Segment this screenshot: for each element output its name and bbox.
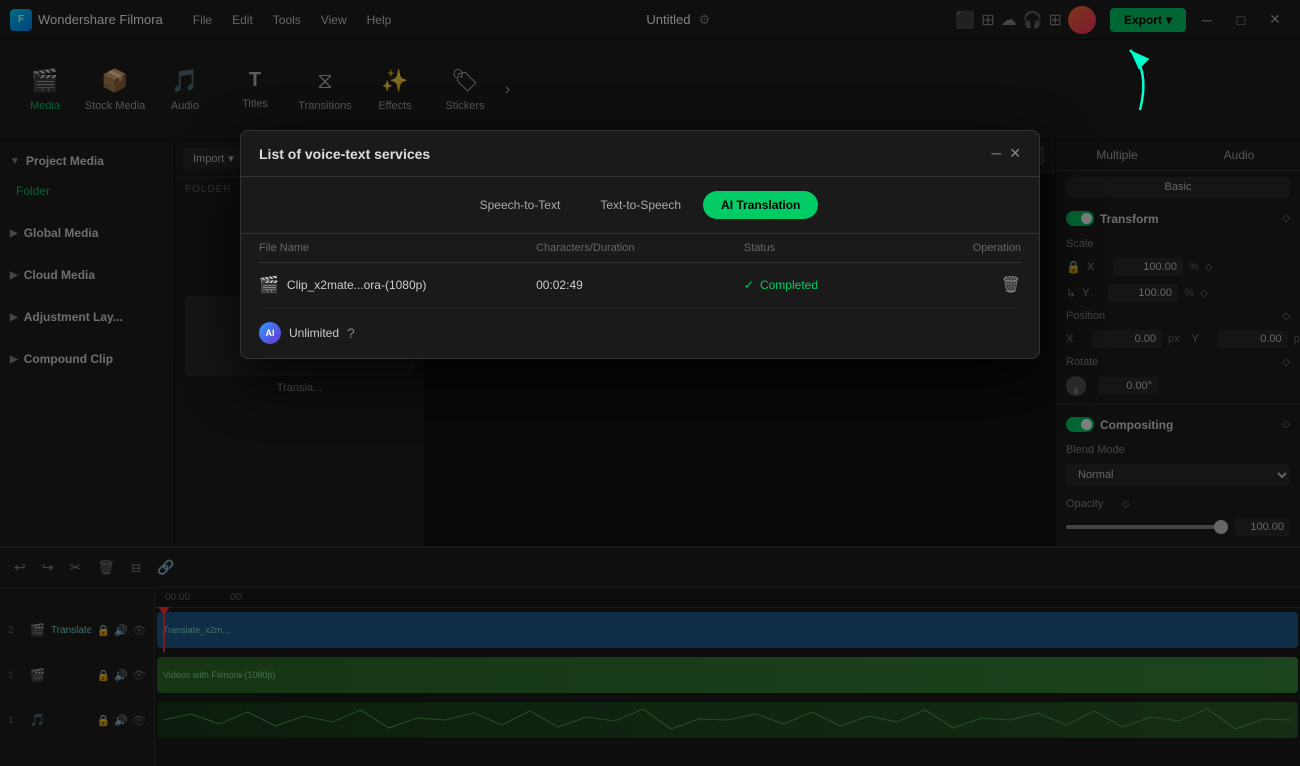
modal-tab-speech-to-text[interactable]: Speech-to-Text (462, 191, 579, 219)
modal-controls: ─ ✕ (991, 145, 1021, 162)
modal-tabs: Speech-to-Text Text-to-Speech AI Transla… (241, 177, 1039, 234)
table-header: File Name Characters/Duration Status Ope… (259, 234, 1021, 263)
col-file-name: File Name (259, 242, 536, 254)
status-checkmark-icon: ✓ (744, 278, 754, 292)
ai-icon: AI (259, 322, 281, 344)
col-characters: Characters/Duration (536, 242, 744, 254)
file-name-0: Clip_x2mate...ora-(1080p) (287, 278, 426, 292)
file-cell-0: 🎬 Clip_x2mate...ora-(1080p) (259, 275, 536, 295)
file-icon-0: 🎬 (259, 275, 279, 295)
delete-row-0-button[interactable]: 🗑 (1001, 275, 1021, 295)
op-cell-0: 🗑 (882, 275, 1021, 295)
modal-overlay: List of voice-text services ─ ✕ Speech-t… (0, 0, 1300, 766)
modal-close-button[interactable]: ✕ (1009, 145, 1021, 162)
col-status: Status (744, 242, 883, 254)
duration-cell-0: 00:02:49 (536, 278, 744, 292)
modal-tab-text-to-speech[interactable]: Text-to-Speech (582, 191, 699, 219)
modal-table: File Name Characters/Duration Status Ope… (241, 234, 1039, 308)
modal-tab-ai-translation[interactable]: AI Translation (703, 191, 818, 219)
modal-title: List of voice-text services (259, 146, 430, 162)
table-row-0: 🎬 Clip_x2mate...ora-(1080p) 00:02:49 ✓ C… (259, 263, 1021, 308)
modal-minimize-button[interactable]: ─ (991, 145, 1001, 162)
unlimited-label: Unlimited (289, 326, 339, 340)
help-icon[interactable]: ? (347, 325, 355, 341)
voice-text-modal: List of voice-text services ─ ✕ Speech-t… (240, 130, 1040, 359)
status-label-0: Completed (760, 278, 818, 292)
modal-footer: AI Unlimited ? (241, 308, 1039, 358)
col-operation: Operation (882, 242, 1021, 254)
status-cell-0: ✓ Completed (744, 278, 883, 292)
modal-header: List of voice-text services ─ ✕ (241, 131, 1039, 177)
